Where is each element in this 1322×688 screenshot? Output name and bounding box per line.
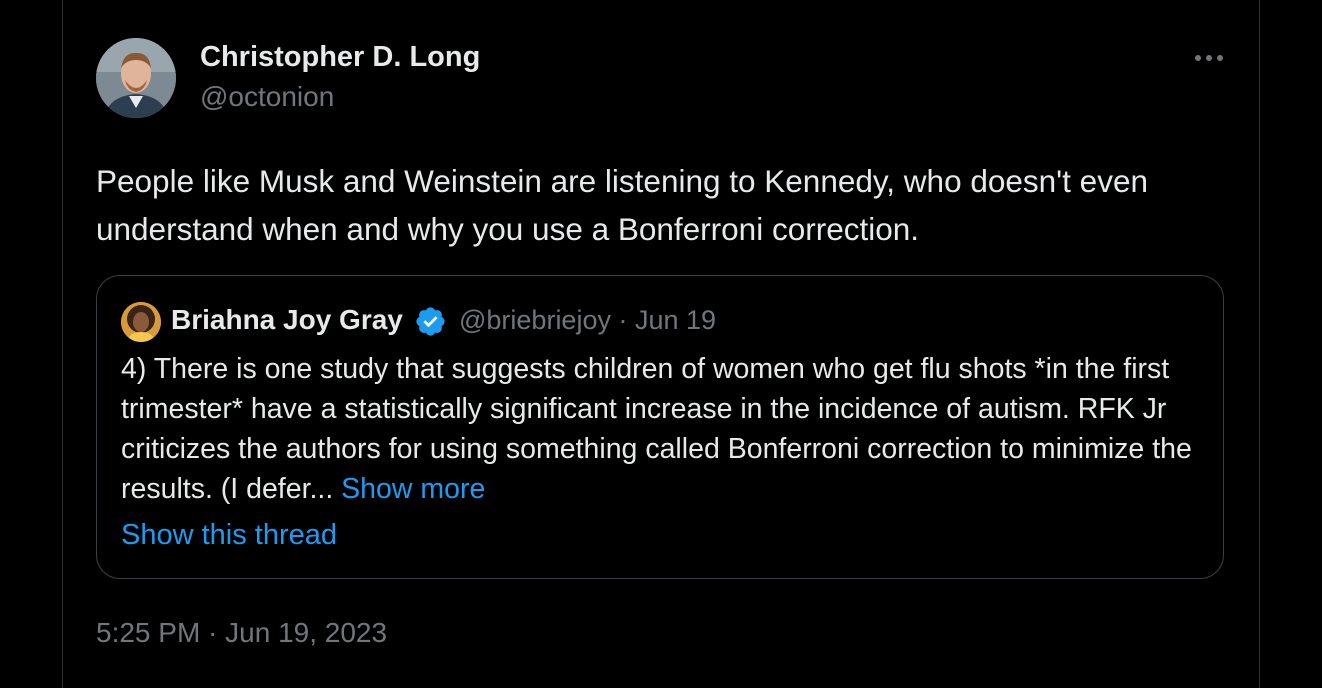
author-avatar[interactable] xyxy=(96,38,176,118)
tweet: Christopher D. Long @octonion People lik… xyxy=(63,0,1259,688)
tweet-timestamp[interactable]: 5:25 PM · Jun 19, 2023 xyxy=(96,617,387,649)
more-horizontal-icon xyxy=(1195,55,1223,61)
author-name[interactable]: Christopher D. Long xyxy=(200,41,480,74)
quoted-tweet[interactable]: Briahna Joy Gray @briebriejoy · Jun 19 4… xyxy=(96,275,1224,579)
author-handle[interactable]: @octonion xyxy=(200,81,334,113)
show-thread-link[interactable]: Show this thread xyxy=(121,519,337,552)
quoted-author-name[interactable]: Briahna Joy Gray xyxy=(171,304,403,336)
quoted-author-avatar[interactable] xyxy=(121,302,161,342)
quoted-tweet-body: 4) There is one study that suggests chil… xyxy=(121,353,1192,505)
show-more-link[interactable]: Show more xyxy=(341,473,485,505)
more-options-button[interactable] xyxy=(1187,40,1231,76)
tweet-text: People like Musk and Weinstein are liste… xyxy=(96,163,1148,247)
quoted-tweet-text: 4) There is one study that suggests chil… xyxy=(121,349,1211,509)
verified-badge-icon xyxy=(416,307,445,336)
quoted-handle-date[interactable]: @briebriejoy · Jun 19 xyxy=(459,305,716,336)
column-border-right xyxy=(1259,0,1260,688)
